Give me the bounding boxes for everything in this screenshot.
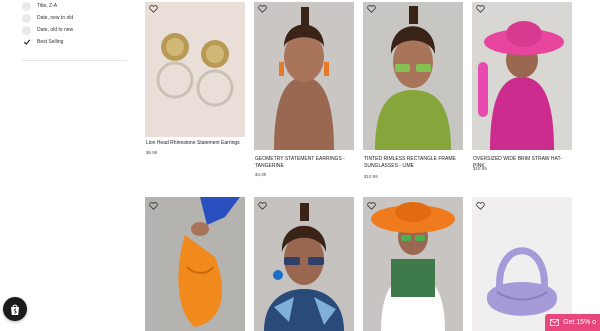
sort-option-title-za[interactable]: Title, Z-A xyxy=(22,0,127,12)
product-title[interactable]: OVERSIZED WIDE BRIM STRAW HAT- PINK xyxy=(473,156,573,170)
sort-option-label: Date, new to old xyxy=(37,15,74,21)
product-image[interactable] xyxy=(363,2,463,150)
product-title[interactable]: GEOMETRY STATEMENT EARRINGS - TANGERINE xyxy=(255,156,355,170)
radio-unchecked-icon xyxy=(22,25,31,35)
wishlist-heart-icon[interactable] xyxy=(367,202,376,210)
wishlist-heart-icon[interactable] xyxy=(149,5,158,13)
sidebar-divider xyxy=(22,60,127,61)
wishlist-heart-icon[interactable] xyxy=(258,5,267,13)
wishlist-heart-icon[interactable] xyxy=(367,5,376,13)
sort-option-label: Best Selling xyxy=(37,39,64,45)
product-price: $19.99 xyxy=(473,166,487,171)
sort-option-label: Date, old to new xyxy=(37,27,74,33)
product-image[interactable] xyxy=(145,197,245,331)
wishlist-heart-icon[interactable] xyxy=(476,5,485,13)
sort-option-best-selling[interactable]: Best Selling xyxy=(22,36,127,48)
radio-unchecked-icon xyxy=(22,13,31,23)
promo-label: Get 15% o xyxy=(563,319,597,326)
product-image[interactable] xyxy=(145,2,245,137)
wishlist-heart-icon[interactable] xyxy=(258,202,267,210)
radio-unchecked-icon xyxy=(22,1,31,11)
wishlist-heart-icon[interactable] xyxy=(149,202,158,210)
product-title[interactable]: TINTED RIMLESS RECTANGLE FRAME SUNGLASSE… xyxy=(364,156,464,170)
discount-promo-tab[interactable]: Get 15% o xyxy=(545,314,600,331)
sort-sidebar: Title, Z-A Date, new to old Date, old to… xyxy=(22,0,127,48)
shopping-bag-icon xyxy=(11,304,19,315)
checkmark-icon xyxy=(22,38,31,47)
product-grid: Lion Head Rhinestone Statement Earrings … xyxy=(145,0,575,331)
product-price: $10.99 xyxy=(364,174,378,179)
envelope-icon xyxy=(550,319,559,326)
product-title[interactable]: Lion Head Rhinestone Statement Earrings xyxy=(146,140,246,147)
sort-option-date-old-new[interactable]: Date, old to new xyxy=(22,24,127,36)
product-image[interactable] xyxy=(254,2,354,150)
product-image[interactable] xyxy=(363,197,463,331)
product-image[interactable] xyxy=(472,197,572,331)
sort-option-date-new-old[interactable]: Date, new to old xyxy=(22,12,127,24)
product-price: $4.99 xyxy=(255,172,267,177)
wishlist-heart-icon[interactable] xyxy=(476,202,485,210)
sort-option-label: Title, Z-A xyxy=(37,3,58,9)
product-price: $6.99 xyxy=(146,150,158,155)
sort-options: Title, Z-A Date, new to old Date, old to… xyxy=(22,0,127,48)
shop-app-badge[interactable] xyxy=(3,297,27,321)
product-image[interactable] xyxy=(254,197,354,331)
product-image[interactable] xyxy=(472,2,572,150)
